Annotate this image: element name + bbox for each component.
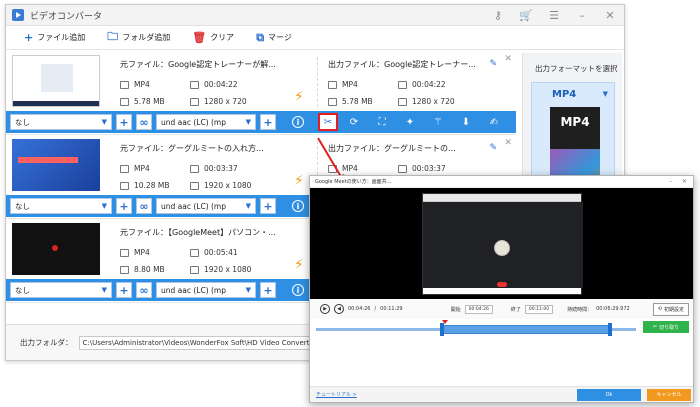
reset-icon: ⟲ <box>657 306 662 312</box>
start-label: 開始 <box>450 306 461 313</box>
play-icon[interactable]: ▶ <box>320 304 330 314</box>
close-icon[interactable]: ✕ <box>682 178 687 185</box>
playback-controls: ▶ ◀ 00:04:26/ 00:11:29 開始 00:04:26 終了 00… <box>310 299 693 319</box>
start-handle[interactable] <box>440 323 444 336</box>
minimize-icon[interactable]: – <box>669 178 672 185</box>
playhead-marker[interactable] <box>442 320 448 324</box>
trim-timeline[interactable] <box>316 320 636 343</box>
reset-label: 初期設定 <box>663 306 684 313</box>
video-preview[interactable] <box>310 188 693 301</box>
split-button[interactable]: ✂ 切り取り <box>643 321 689 333</box>
tutorial-link[interactable]: チュートリアル > <box>316 391 357 398</box>
scissors-icon: ✂ <box>652 324 658 330</box>
end-call-icon <box>497 282 507 287</box>
end-label: 終了 <box>510 306 521 313</box>
volume-icon[interactable]: ◀ <box>334 304 344 314</box>
dialog-title-bar: Google Meetの使い方：画面共... – ✕ <box>310 176 693 188</box>
selected-range <box>442 325 610 334</box>
time-separator: / <box>374 306 377 312</box>
ok-button[interactable]: Ok <box>577 388 641 401</box>
start-time-field[interactable]: 00:04:26 <box>464 304 493 314</box>
end-handle[interactable] <box>608 323 612 336</box>
split-label: 切り取り <box>659 324 680 331</box>
reset-button[interactable]: ⟲ 初期設定 <box>652 302 689 316</box>
cancel-button[interactable]: キャンセル <box>647 388 691 401</box>
end-time-field[interactable]: 00:11:00 <box>524 304 554 314</box>
duration-value: 00:06:29.972 <box>596 306 630 312</box>
dialog-title: Google Meetの使い方：画面共... <box>315 179 392 185</box>
dialog-footer: チュートリアル > Ok キャンセル <box>310 386 693 402</box>
total-time: 00:11:29 <box>380 306 403 312</box>
current-time: 00:04:26 <box>348 306 371 312</box>
trim-dialog: Google Meetの使い方：画面共... – ✕ ▶ ◀ 00:04:26/… <box>309 175 694 403</box>
duration-label: 持続時間： <box>567 306 593 313</box>
preview-frame <box>422 193 583 295</box>
avatar <box>494 240 510 256</box>
